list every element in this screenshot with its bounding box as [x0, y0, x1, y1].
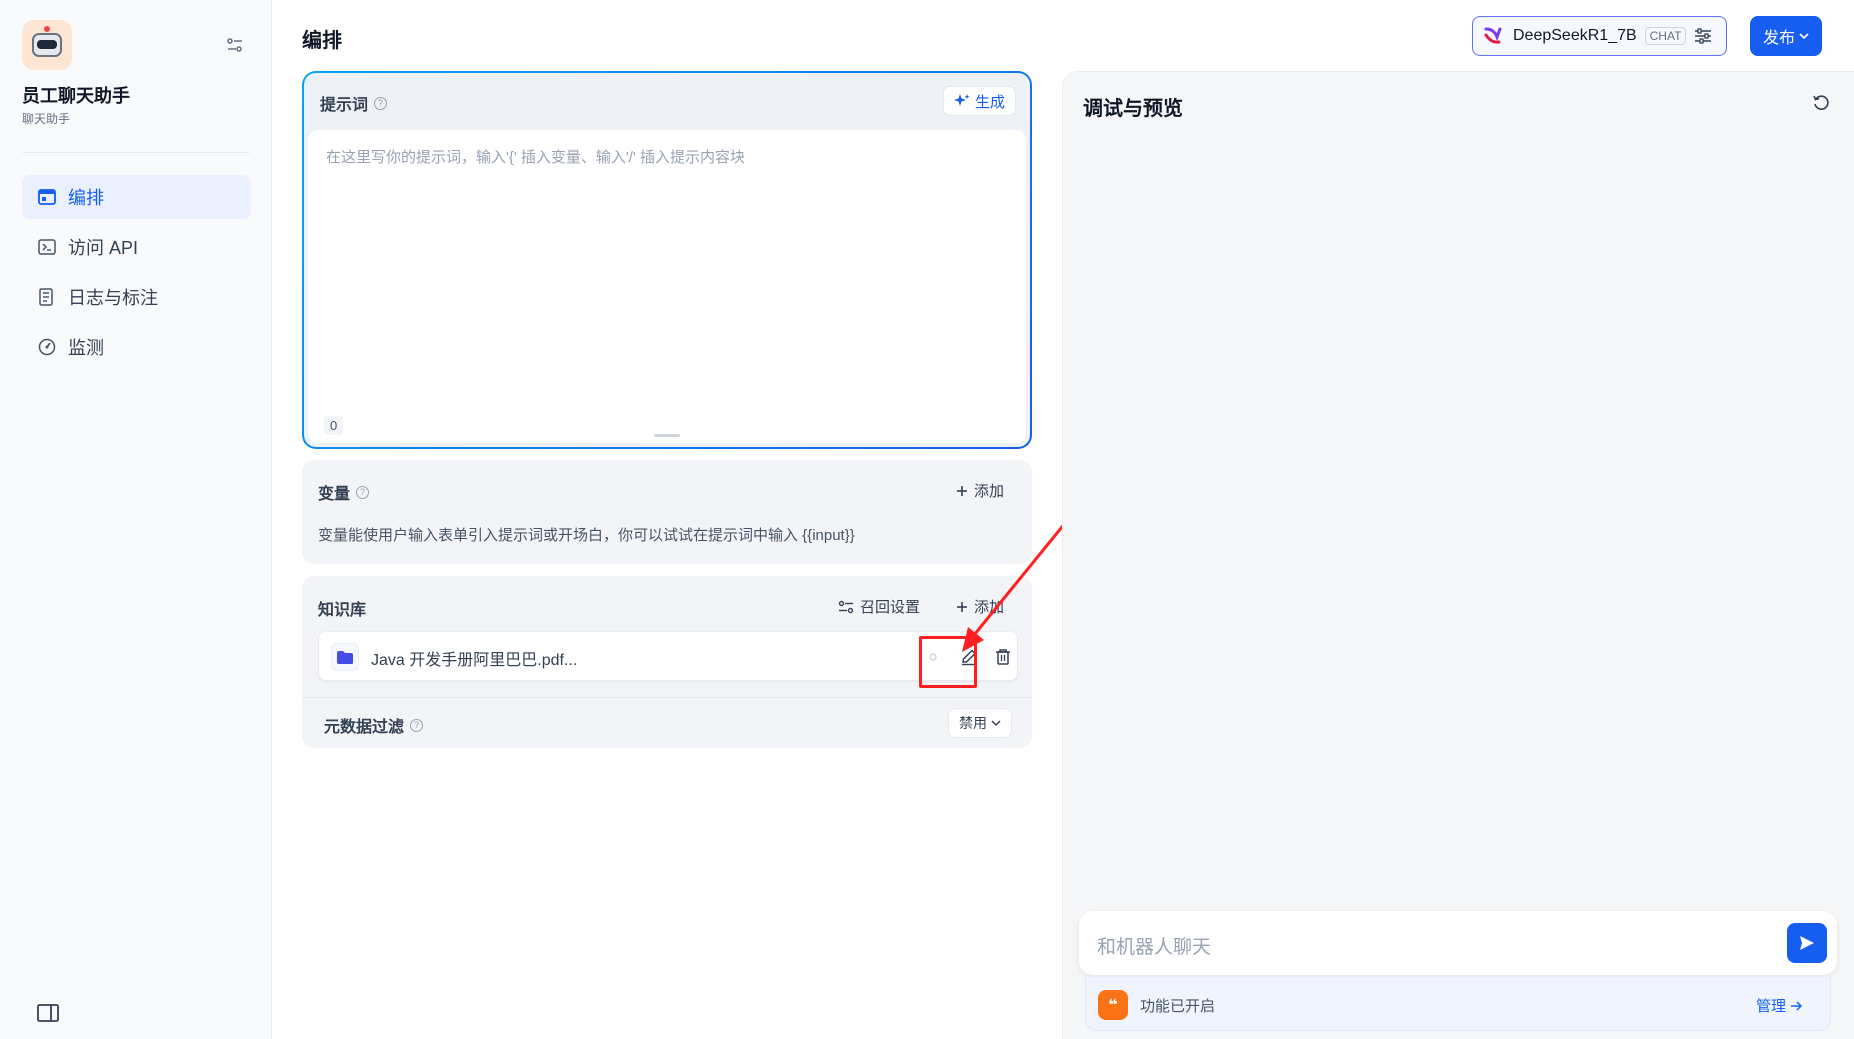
model-selector-button[interactable]: DeepSeekR1_7B CHAT: [1472, 16, 1727, 56]
metadata-filter-header: 元数据过滤 ?: [324, 713, 424, 737]
preview-title: 调试与预览: [1083, 98, 1183, 120]
divider: [302, 697, 1032, 698]
add-variable-button[interactable]: 添加: [956, 480, 1004, 501]
sidebar-item-label: 访问 API: [68, 238, 139, 258]
chat-placeholder: 和机器人聊天: [1097, 937, 1212, 958]
collapse-sidebar-icon[interactable]: [37, 1004, 59, 1022]
sidebar-item-label: 编排: [68, 188, 104, 208]
variables-description: 变量能使用户输入表单引入提示词或开场白，你可以试试在提示词中输入 {{input…: [318, 527, 855, 544]
help-icon[interactable]: ?: [374, 96, 388, 110]
feature-text: 功能已开启: [1140, 998, 1216, 1015]
chat-input[interactable]: 和机器人聊天: [1079, 911, 1837, 975]
sidebar-nav: 编排 访问 API 日志与标注 监测: [22, 175, 251, 375]
file-text-icon: [38, 288, 56, 306]
prompt-title: 提示词: [320, 97, 369, 114]
send-icon: [1800, 936, 1814, 950]
send-button[interactable]: [1787, 923, 1827, 963]
variables-header: 变量 ?: [318, 480, 370, 504]
preview-panel: 调试与预览 和机器人聊天 ❝ 功能已开启 管理: [1062, 71, 1854, 1039]
model-name: DeepSeekR1_7B: [1513, 27, 1637, 44]
generate-button[interactable]: 生成: [942, 86, 1016, 116]
knowledge-title: 知识库: [318, 602, 367, 619]
prompt-placeholder: 在这里写你的提示词，输入'{' 插入变量、输入'/' 插入提示内容块: [326, 149, 745, 166]
char-count: 0: [324, 416, 344, 435]
metadata-filter-value: 禁用: [959, 715, 987, 731]
sidebar-divider: [22, 152, 250, 153]
resize-handle[interactable]: [654, 434, 680, 437]
help-icon[interactable]: ?: [410, 718, 424, 732]
sidebar-item-orchestrate[interactable]: 编排: [22, 175, 251, 219]
folder-icon: [331, 643, 359, 671]
robot-icon: [32, 26, 62, 57]
app-type: 聊天助手: [22, 112, 71, 126]
recall-label: 召回设置: [859, 599, 920, 616]
knowledge-name: Java 开发手册阿里巴巴.pdf...: [371, 652, 578, 669]
sidebar-item-label: 日志与标注: [68, 288, 158, 308]
plus-icon: [956, 485, 967, 496]
quote-icon: ❝: [1098, 990, 1128, 1020]
page-title: 编排: [302, 30, 342, 52]
dashboard-icon: [38, 338, 56, 356]
prompt-textarea[interactable]: 在这里写你的提示词，输入'{' 插入变量、输入'/' 插入提示内容块 0: [308, 130, 1026, 443]
feature-bar: ❝ 功能已开启 管理: [1085, 977, 1831, 1031]
sliders-icon: [838, 600, 854, 613]
manage-link[interactable]: 管理: [1756, 995, 1802, 1016]
app-name: 员工聊天助手: [22, 86, 130, 106]
app-avatar: [22, 20, 72, 70]
delete-icon[interactable]: [989, 643, 1017, 671]
add-label: 添加: [973, 483, 1004, 500]
prompt-header: 提示词 ?: [320, 91, 388, 115]
variables-card: 变量 ? 添加 变量能使用户输入表单引入提示词或开场白，你可以试试在提示词中输入…: [302, 460, 1032, 564]
publish-label: 发布: [1762, 30, 1795, 47]
terminal-icon: [38, 238, 56, 256]
recall-settings-button[interactable]: 召回设置: [838, 596, 920, 617]
metadata-filter-select[interactable]: 禁用: [948, 708, 1012, 738]
variables-title: 变量: [318, 486, 351, 503]
prompt-card: 提示词 ? 生成 在这里写你的提示词，输入'{' 插入变量、输入'/' 插入提示…: [302, 71, 1032, 449]
knowledge-item[interactable]: Java 开发手册阿里巴巴.pdf...: [318, 631, 1018, 681]
sidebar-item-label: 监测: [68, 338, 104, 358]
annotation-highlight-box: [919, 636, 977, 688]
publish-button[interactable]: 发布: [1750, 16, 1822, 56]
add-knowledge-button[interactable]: 添加: [956, 596, 1004, 617]
generate-label: 生成: [974, 93, 1005, 111]
manage-label: 管理: [1755, 998, 1786, 1015]
sidebar-item-api[interactable]: 访问 API: [22, 225, 251, 269]
knowledge-header: 知识库: [318, 596, 366, 620]
refresh-icon[interactable]: [1812, 94, 1830, 112]
metadata-filter-title: 元数据过滤: [324, 719, 405, 736]
chevron-down-icon: [1799, 33, 1809, 40]
help-icon[interactable]: ?: [356, 485, 370, 499]
layout-icon: [38, 188, 56, 206]
prompt-inner: 提示词 ? 生成 在这里写你的提示词，输入'{' 插入变量、输入'/' 插入提示…: [304, 73, 1030, 447]
plus-icon: [956, 601, 967, 612]
app-settings-icon[interactable]: [226, 37, 244, 53]
chevron-down-icon: [991, 720, 1001, 727]
add-label: 添加: [973, 599, 1004, 616]
model-badge: CHAT: [1644, 27, 1687, 45]
arrow-right-icon: [1791, 1000, 1802, 1011]
sliders-icon[interactable]: [1694, 28, 1712, 44]
sidebar: 员工聊天助手 聊天助手 编排 访问 API 日志与标注 监测: [0, 0, 272, 1039]
sparkle-icon: [953, 94, 970, 106]
sidebar-item-monitoring[interactable]: 监测: [22, 325, 251, 369]
model-logo-icon: [1484, 27, 1502, 44]
sidebar-item-logs[interactable]: 日志与标注: [22, 275, 251, 319]
